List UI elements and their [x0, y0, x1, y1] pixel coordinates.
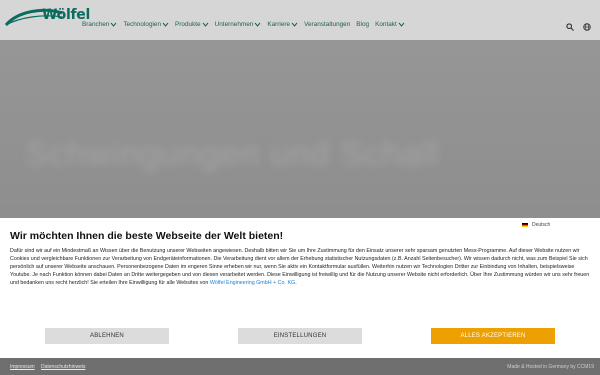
- nav-label: Produkte: [175, 21, 201, 28]
- privacy-link[interactable]: Datenschutzhinweis: [41, 364, 85, 370]
- chevron-down-icon: [202, 22, 209, 27]
- chevron-down-icon: [254, 22, 261, 27]
- hero-backdrop: Schwingungen und Schall: [0, 40, 600, 218]
- accept-all-button[interactable]: ALLES AKZEPTIEREN: [431, 328, 555, 344]
- consent-footer: Impressum Datenschutzhinweis Made & Host…: [0, 358, 600, 375]
- logo[interactable]: Wölfel: [4, 3, 90, 35]
- hero-headline: Schwingungen und Schall: [25, 135, 440, 173]
- nav-label: Technologien: [123, 21, 162, 28]
- nav-item-unternehmen[interactable]: Unternehmen: [215, 21, 262, 28]
- consent-title: Wir möchten Ihnen die beste Webseite der…: [10, 230, 284, 242]
- nav-item-branchen[interactable]: Branchen: [82, 21, 117, 28]
- nav-label: Karriere: [267, 21, 291, 28]
- language-label: Deutsch: [532, 222, 551, 228]
- language-selector[interactable]: Deutsch: [522, 222, 550, 228]
- site-header: Wölfel Branchen Technologien Produkte Un…: [0, 0, 600, 40]
- nav-label: Branchen: [82, 21, 110, 28]
- nav-item-technologien[interactable]: Technologien: [123, 21, 169, 28]
- consent-body-text: Dafür sind wir auf ein Mindestmaß an Wis…: [10, 248, 590, 287]
- made-by-credit: Made & Hosted in Germany by CCM19: [507, 364, 594, 370]
- chevron-down-icon: [162, 22, 169, 27]
- imprint-link[interactable]: Impressum: [10, 364, 35, 370]
- decline-button[interactable]: ABLEHNEN: [45, 328, 169, 344]
- chevron-down-icon: [110, 22, 117, 27]
- nav-item-veranstaltungen[interactable]: Veranstaltungen: [304, 21, 350, 28]
- nav-label: Blog: [356, 21, 370, 28]
- consent-body-end: .: [295, 280, 297, 287]
- globe-icon[interactable]: [583, 23, 591, 31]
- consent-body: Dafür sind wir auf ein Mindestmaß an Wis…: [10, 247, 590, 287]
- flag-de-icon: [522, 223, 528, 227]
- company-link[interactable]: Wölfel Engineering GmbH + Co. KG: [210, 280, 295, 286]
- chevron-down-icon: [398, 22, 405, 27]
- nav-item-kontakt[interactable]: Kontakt: [375, 21, 405, 28]
- search-icon[interactable]: [566, 23, 574, 31]
- nav-label: Unternehmen: [214, 21, 254, 28]
- nav-label: Veranstaltungen: [304, 21, 351, 28]
- nav-item-blog[interactable]: Blog: [356, 21, 369, 28]
- chevron-down-icon: [291, 22, 298, 27]
- cookie-consent-dialog: Deutsch Wir möchten Ihnen die beste Webs…: [0, 218, 600, 358]
- nav-item-produkte[interactable]: Produkte: [175, 21, 209, 28]
- main-nav: Branchen Technologien Produkte Unternehm…: [82, 21, 411, 28]
- nav-item-karriere[interactable]: Karriere: [267, 21, 298, 28]
- nav-label: Kontakt: [375, 21, 397, 28]
- settings-button[interactable]: EINSTELLUNGEN: [238, 328, 362, 344]
